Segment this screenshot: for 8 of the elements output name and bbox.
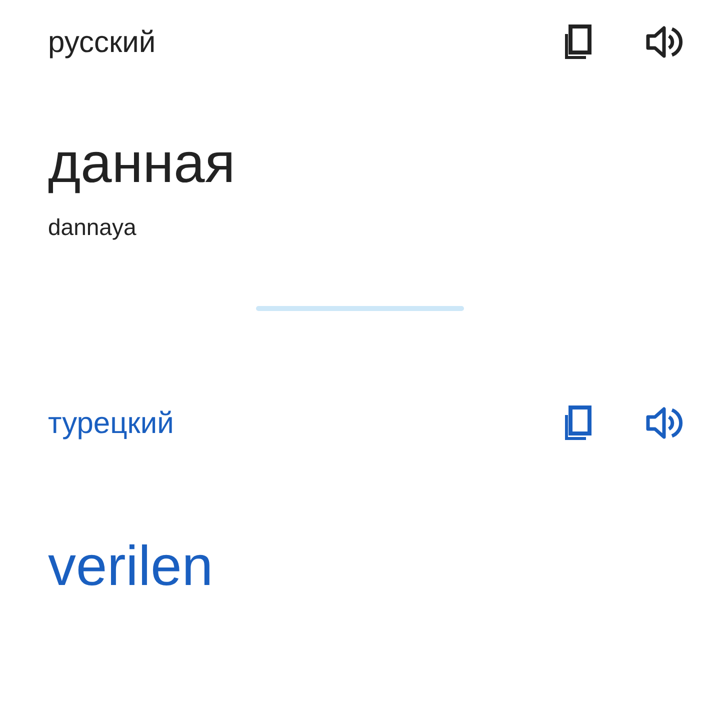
source-text: данная: [48, 132, 236, 194]
language-label: русский: [48, 24, 157, 60]
translated-text: verilen: [48, 535, 214, 597]
drag-handle[interactable]: [256, 306, 464, 312]
transliteration: dannaya: [48, 212, 138, 242]
speaker-icon: [645, 406, 683, 440]
speaker-icon: [645, 25, 683, 59]
language-label: турецкий: [48, 406, 175, 442]
